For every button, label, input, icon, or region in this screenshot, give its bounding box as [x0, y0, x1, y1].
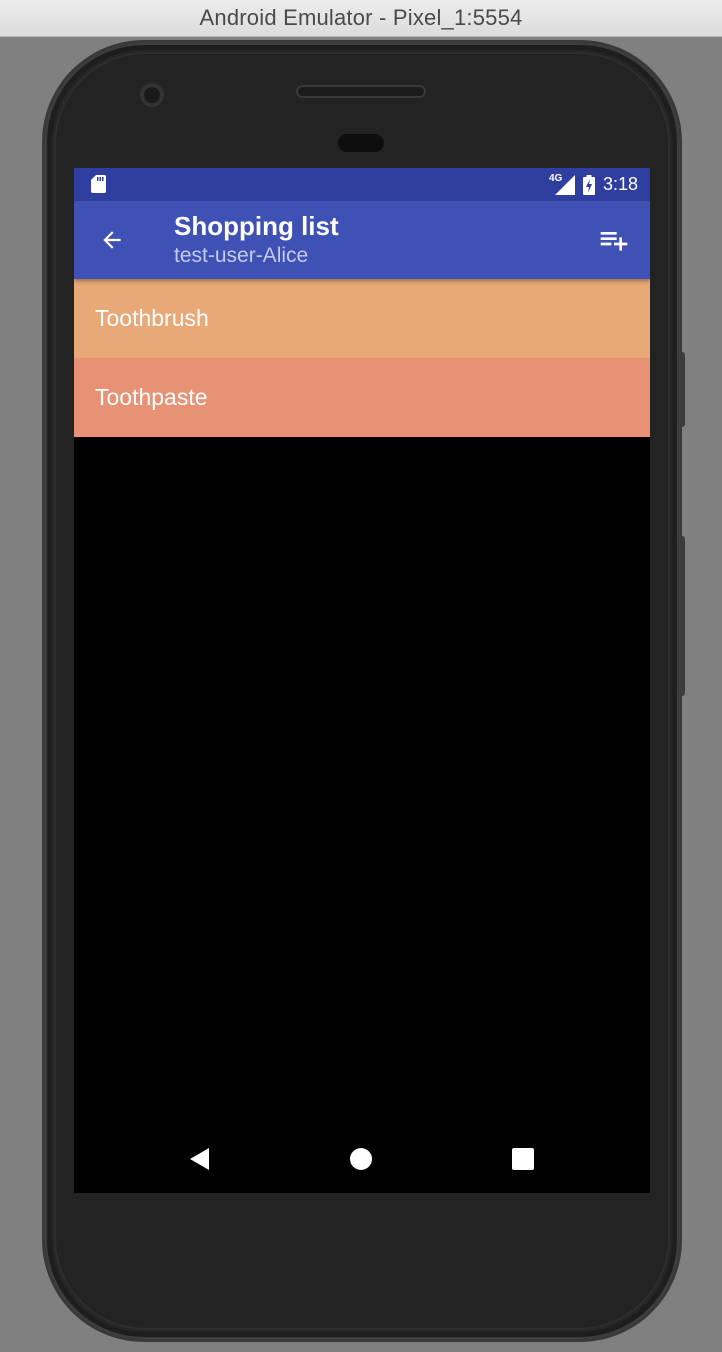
- list-item-toothbrush[interactable]: Toothbrush: [74, 279, 650, 358]
- add-item-button[interactable]: [592, 218, 636, 262]
- arrow-back-icon: [103, 231, 121, 249]
- app-toolbar: Shopping list test-user-Alice: [74, 201, 650, 279]
- sd-card-icon: [91, 175, 106, 193]
- nav-recents-button[interactable]: [505, 1141, 541, 1177]
- network-type-label: 4G: [548, 172, 563, 184]
- list-item-label: Toothpaste: [95, 384, 208, 410]
- volume-button[interactable]: [679, 536, 685, 696]
- list-item-toothpaste[interactable]: Toothpaste: [74, 358, 650, 437]
- status-bar: 4G 3:18: [74, 168, 650, 201]
- toolbar-titles: Shopping list test-user-Alice: [174, 209, 339, 269]
- playlist-add-icon: [600, 232, 628, 251]
- status-icons: 4G 3:18: [549, 168, 638, 201]
- nav-back-button[interactable]: [182, 1141, 218, 1177]
- battery-charging-icon: [582, 174, 595, 195]
- shopping-list: Toothbrush Toothpaste: [74, 279, 650, 437]
- circle-home-icon: [350, 1148, 372, 1170]
- list-item-label: Toothbrush: [95, 305, 209, 331]
- earpiece-speaker: [296, 85, 426, 98]
- window-titlebar: Android Emulator - Pixel_1:5554: [0, 0, 722, 37]
- triangle-back-icon: [190, 1148, 209, 1170]
- device-screen: 4G 3:18 Shopping list test-user-Alice To…: [74, 168, 650, 1193]
- navigation-bar: [74, 1121, 650, 1193]
- front-camera: [140, 83, 164, 107]
- page-title: Shopping list: [174, 211, 339, 241]
- nav-home-button[interactable]: [343, 1141, 379, 1177]
- page-subtitle: test-user-Alice: [174, 244, 309, 267]
- cell-signal-icon: 4G: [548, 172, 575, 195]
- status-clock: 3:18: [602, 174, 638, 194]
- back-button[interactable]: [90, 218, 134, 262]
- power-button[interactable]: [679, 352, 685, 427]
- proximity-sensor: [338, 134, 384, 152]
- window-title: Android Emulator - Pixel_1:5554: [199, 5, 523, 30]
- square-recents-icon: [512, 1148, 534, 1170]
